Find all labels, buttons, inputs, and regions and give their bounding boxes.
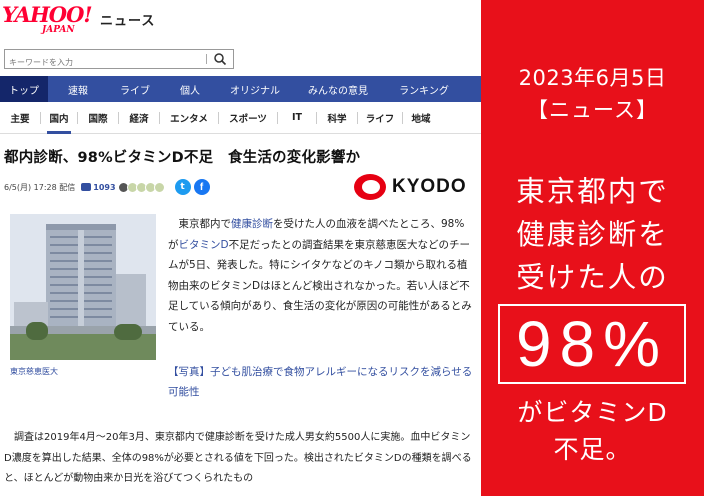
kyodo-mark-icon	[354, 174, 386, 200]
logo-main: YAHOO!	[2, 2, 93, 27]
health-check-link[interactable]: 健康診断	[231, 218, 273, 230]
nav-original[interactable]: オリジナル	[218, 76, 292, 102]
body-text: 調査は2019年4月～20年3月、東京都内で健康診断を受けた成人男女約5500人…	[4, 432, 472, 484]
search-icon[interactable]	[213, 52, 227, 66]
category-life[interactable]: ライフ	[358, 102, 402, 134]
news-page: YAHOO! JAPAN ニュース トップ 速報 ライブ 個人 オリジナル みん…	[0, 0, 481, 496]
share-buttons: t f	[174, 179, 210, 195]
site-header: YAHOO! JAPAN ニュース	[0, 0, 481, 44]
article-meta: 6/5(月) 17:28 配信 1093 t f	[4, 178, 210, 196]
source-logo[interactable]: KYODO	[354, 174, 467, 200]
panel-footer-line: がビタミンD	[517, 398, 668, 427]
panel-headline-line: 東京都内で	[516, 175, 669, 208]
nav-ranking[interactable]: ランキング	[384, 76, 464, 102]
nav-live[interactable]: ライブ	[108, 76, 162, 102]
category-entertainment[interactable]: エンタメ	[160, 102, 218, 134]
article-lead: 東京都内で健康診断を受けた人の血液を調べたところ、98%がビタミンD不足だったと…	[168, 214, 473, 337]
search-box	[4, 49, 234, 72]
comment-count: 1093	[93, 182, 116, 192]
category-international[interactable]: 国際	[78, 102, 118, 134]
category-domestic[interactable]: 国内	[41, 102, 77, 134]
category-sports[interactable]: スポーツ	[219, 102, 277, 134]
logo-sub: JAPAN	[42, 25, 75, 35]
panel-tag: 【ニュース】	[527, 98, 658, 122]
comment-link[interactable]: 1093	[81, 182, 116, 192]
lead-text-1: 東京都内で	[178, 218, 232, 230]
category-science[interactable]: 科学	[317, 102, 357, 134]
hospital-building-image	[10, 214, 156, 360]
nav-personal[interactable]: 個人	[162, 76, 218, 102]
panel-date: 2023年6月5日	[518, 66, 667, 90]
panel-percent: 98%	[515, 308, 669, 380]
panel-footer: がビタミンD 不足。	[481, 394, 704, 468]
main-nav: トップ 速報 ライブ 個人 オリジナル みんなの意見 ランキング	[0, 76, 481, 102]
article-title: 都内診断、98%ビタミンD不足 食生活の変化影響か	[4, 150, 361, 166]
search-row	[0, 44, 481, 74]
commenter-avatars[interactable]	[117, 181, 165, 193]
article-date: 6/5(月) 17:28 配信	[4, 182, 76, 192]
panel-percent-box: 98%	[498, 304, 686, 384]
summary-panel: 2023年6月5日 【ニュース】 東京都内で 健康診断を 受けた人の 98% が…	[481, 0, 704, 496]
category-nav: 主要 国内 国際 経済 エンタメ スポーツ IT 科学 ライフ 地域	[0, 102, 481, 134]
avatar	[153, 181, 165, 193]
twitter-share-icon[interactable]: t	[174, 179, 191, 195]
search-input[interactable]	[5, 53, 205, 72]
comment-icon	[81, 183, 92, 191]
vitamin-d-link[interactable]: ビタミンD	[179, 239, 229, 251]
nav-top[interactable]: トップ	[0, 76, 48, 102]
photo-caption: 東京慈恵医大	[10, 367, 58, 376]
category-major[interactable]: 主要	[0, 102, 40, 134]
category-economy[interactable]: 経済	[119, 102, 159, 134]
panel-headline-line: 受けた人の	[516, 261, 669, 294]
nav-breaking[interactable]: 速報	[48, 76, 108, 102]
lead-text-3: 不足だったとの調査結果を東京慈恵医大などのチームが5日、発表した。特にシイタケな…	[168, 238, 472, 333]
related-photo-link[interactable]: 【写真】子ども肌治療で食物アレルギーになるリスクを減らせる可能性	[168, 362, 473, 402]
yahoo-japan-logo[interactable]: YAHOO! JAPAN	[2, 4, 98, 38]
search-divider	[206, 54, 207, 64]
logo-section[interactable]: ニュース	[100, 10, 155, 29]
article-photo[interactable]	[10, 214, 156, 360]
panel-headline: 東京都内で 健康診断を 受けた人の	[481, 170, 704, 299]
panel-headline-line: 健康診断を	[516, 218, 669, 251]
panel-footer-line: 不足。	[553, 435, 632, 464]
article-body: 調査は2019年4月～20年3月、東京都内で健康診断を受けた成人男女約5500人…	[4, 428, 474, 490]
category-it[interactable]: IT	[278, 102, 316, 134]
category-region[interactable]: 地域	[403, 102, 439, 134]
facebook-share-icon[interactable]: f	[193, 179, 210, 195]
source-name: KYODO	[392, 176, 467, 197]
nav-opinions[interactable]: みんなの意見	[292, 76, 384, 102]
